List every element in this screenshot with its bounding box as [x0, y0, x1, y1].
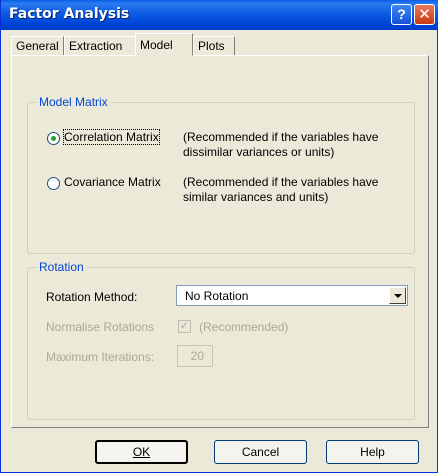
normalise-rotations-checkbox[interactable]: ✓	[178, 320, 191, 333]
tab-model[interactable]: Model	[135, 33, 193, 56]
maximum-iterations-label: Maximum Iterations:	[46, 350, 155, 364]
covariance-desc-line1: (Recommended if the variables have	[183, 175, 379, 189]
cancel-button[interactable]: Cancel	[214, 440, 307, 464]
covariance-matrix-radio[interactable]	[47, 177, 60, 190]
ok-button[interactable]: OK	[95, 440, 188, 464]
recommended-note: (Recommended)	[199, 320, 289, 334]
model-matrix-group-label: Model Matrix	[36, 95, 111, 109]
rotation-method-select[interactable]: No Rotation	[176, 285, 408, 306]
close-button[interactable]: ✕	[414, 4, 435, 25]
tab-extraction[interactable]: Extraction	[64, 36, 136, 55]
help-button[interactable]: Help	[326, 440, 419, 464]
model-tab-panel: Model Matrix Correlation Matrix (Recomme…	[11, 55, 429, 428]
window-title: Factor Analysis	[9, 6, 130, 22]
correlation-desc-line1: (Recommended if the variables have	[183, 130, 379, 144]
rotation-method-label: Rotation Method:	[46, 290, 138, 304]
covariance-desc-line2: similar variances and units)	[183, 190, 329, 204]
tab-general[interactable]: General	[11, 36, 64, 55]
tab-plots[interactable]: Plots	[193, 36, 235, 55]
correlation-desc-line2: dissimilar variances or units)	[183, 145, 335, 159]
correlation-matrix-label[interactable]: Correlation Matrix	[63, 129, 160, 145]
maximum-iterations-field[interactable]: 20	[177, 345, 213, 367]
factor-analysis-dialog: Factor Analysis ? ✕ General Extraction M…	[0, 0, 438, 473]
correlation-matrix-radio[interactable]	[47, 132, 60, 145]
rotation-group-label: Rotation	[36, 260, 87, 274]
normalise-rotations-label: Normalise Rotations	[46, 320, 155, 334]
chevron-down-icon[interactable]	[389, 287, 406, 304]
title-bar[interactable]: Factor Analysis ? ✕	[1, 0, 438, 30]
rotation-method-value: No Rotation	[185, 289, 249, 303]
covariance-matrix-label[interactable]: Covariance Matrix	[64, 175, 161, 189]
help-title-button[interactable]: ?	[391, 4, 412, 25]
